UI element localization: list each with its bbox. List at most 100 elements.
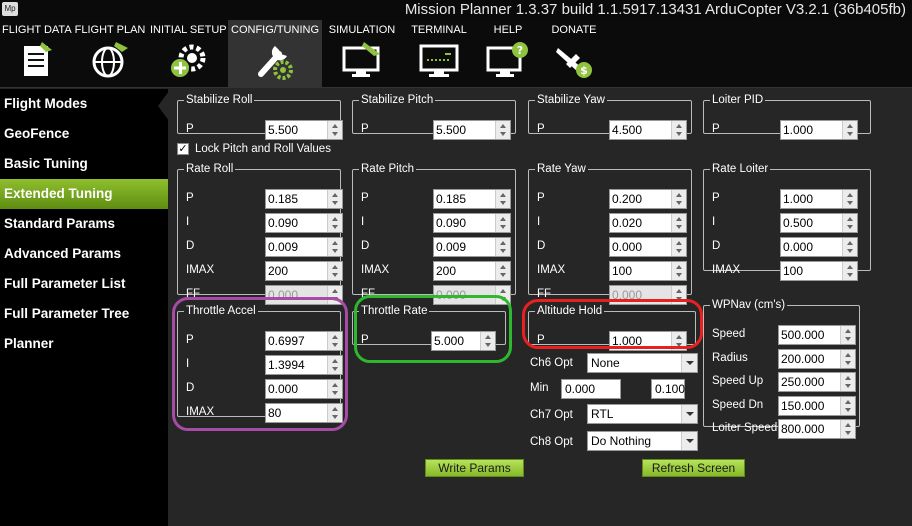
chevron-down-icon[interactable] bbox=[681, 432, 697, 450]
ch6-min-input[interactable]: 0.000 bbox=[561, 379, 621, 399]
throttle-rate-p-spinner[interactable]: 5.000 bbox=[431, 331, 496, 351]
rate-loiter-d-spinner[interactable]: 0.000 bbox=[780, 237, 858, 257]
spinner-arrows-icon[interactable] bbox=[842, 190, 857, 208]
spinner-arrows-icon[interactable] bbox=[327, 214, 342, 232]
spinner-arrows-icon[interactable] bbox=[671, 214, 686, 232]
rate-roll-d-spinner[interactable]: 0.009 bbox=[265, 237, 343, 257]
sidebar-item-full-parameter-tree[interactable]: Full Parameter Tree bbox=[0, 299, 168, 329]
rate-roll-imax-spinner[interactable]: 200 bbox=[265, 261, 343, 281]
spinner-arrows-icon[interactable] bbox=[327, 262, 342, 280]
sidebar-item-geofence[interactable]: GeoFence bbox=[0, 119, 168, 149]
throttle-accel-row-d: D 0.000 bbox=[178, 379, 343, 399]
menu-label: INITIAL SETUP bbox=[150, 24, 227, 36]
wpnav-radius-spinner[interactable]: 200.000 bbox=[778, 348, 856, 369]
rate-loiter-p-spinner[interactable]: 1.000 bbox=[780, 189, 858, 209]
stabilize-roll-p-spinner[interactable]: 5.500 bbox=[265, 120, 343, 140]
spinner-arrows-icon[interactable] bbox=[327, 332, 342, 350]
menu-initial-setup[interactable]: INITIAL SETUP bbox=[150, 20, 227, 88]
menu-label: CONFIG/TUNING bbox=[231, 24, 319, 36]
spinner-arrows-icon[interactable] bbox=[671, 262, 686, 280]
sidebar: Flight Modes GeoFence Basic Tuning Extended… bbox=[0, 89, 168, 526]
rate-yaw-i-spinner[interactable]: 0.020 bbox=[609, 213, 687, 233]
rate-roll-p-spinner[interactable]: 0.185 bbox=[265, 189, 343, 209]
sidebar-item-standard-params[interactable]: Standard Params bbox=[0, 209, 168, 239]
throttle-accel-p-spinner[interactable]: 0.6997 bbox=[265, 331, 343, 351]
menu-config-tuning[interactable]: CONFIG/TUNING bbox=[228, 20, 322, 88]
rate-pitch-imax-spinner[interactable]: 200 bbox=[433, 261, 511, 281]
rate-yaw-d-spinner[interactable]: 0.000 bbox=[609, 237, 687, 257]
menu-donate[interactable]: DONATE $ bbox=[544, 20, 604, 88]
write-params-button[interactable]: Write Params bbox=[425, 459, 524, 477]
menu-flight-data[interactable]: FLIGHT DATA bbox=[2, 20, 72, 88]
chevron-down-icon[interactable] bbox=[681, 405, 697, 423]
spinner-arrows-icon[interactable] bbox=[840, 420, 855, 438]
rate-loiter-i-spinner[interactable]: 0.500 bbox=[780, 213, 858, 233]
sidebar-item-full-parameter-list[interactable]: Full Parameter List bbox=[0, 269, 168, 299]
spinner-arrows-icon[interactable] bbox=[671, 190, 686, 208]
spinner-arrows-icon[interactable] bbox=[495, 238, 510, 256]
sidebar-item-planner[interactable]: Planner bbox=[0, 329, 168, 359]
wpnav-speed-spinner[interactable]: 500.000 bbox=[778, 325, 856, 345]
rate-yaw-d-label: D bbox=[537, 240, 546, 252]
spinner-arrows-icon[interactable] bbox=[327, 404, 342, 422]
sidebar-item-advanced-params[interactable]: Advanced Params bbox=[0, 239, 168, 269]
rate-yaw-imax-spinner[interactable]: 100 bbox=[609, 261, 687, 281]
wpnav-speed-dn-spinner[interactable]: 150.000 bbox=[778, 395, 856, 416]
rate-loiter-imax-spinner[interactable]: 100 bbox=[780, 261, 858, 281]
spinner-arrows-icon[interactable] bbox=[840, 373, 855, 391]
throttle-accel-i-spinner[interactable]: 1.3994 bbox=[265, 355, 343, 375]
spinner-arrows-icon[interactable] bbox=[671, 332, 686, 350]
menu-flight-plan[interactable]: FLIGHT PLAN bbox=[74, 20, 146, 88]
ch7-opt-select[interactable]: RTL bbox=[587, 404, 698, 424]
spinner-arrows-icon[interactable] bbox=[842, 214, 857, 232]
rate-yaw-p-spinner[interactable]: 0.200 bbox=[609, 189, 687, 209]
spinner-arrows-icon[interactable] bbox=[327, 356, 342, 374]
rate-loiter-group: Rate Loiter P 1.000 I 0.500 D 0.000 IMAX 100 bbox=[703, 163, 871, 281]
chevron-down-icon[interactable] bbox=[681, 354, 697, 372]
rate-roll-title: Rate Roll bbox=[186, 163, 234, 175]
spinner-arrows-icon[interactable] bbox=[495, 190, 510, 208]
stabilize-yaw-p-spinner[interactable]: 4.500 bbox=[609, 120, 687, 140]
stabilize-pitch-p-spinner[interactable]: 5.500 bbox=[433, 120, 511, 140]
spinner-arrows-icon[interactable] bbox=[671, 121, 686, 139]
spinner-arrows-icon[interactable] bbox=[842, 262, 857, 280]
mission-planner-window: Mp Mission Planner 1.3.37 build 1.1.5917… bbox=[0, 0, 912, 526]
throttle-accel-imax-spinner[interactable]: 80 bbox=[265, 403, 343, 423]
spinner-arrows-icon[interactable] bbox=[495, 262, 510, 280]
spinner-arrows-icon[interactable] bbox=[327, 121, 342, 139]
menu-terminal[interactable]: TERMINAL bbox=[404, 20, 474, 88]
spinner-arrows-icon[interactable] bbox=[495, 214, 510, 232]
spinner-arrows-icon[interactable] bbox=[480, 332, 495, 350]
stabilize-roll-group: Stabilize Roll P 5.500 bbox=[177, 94, 343, 140]
spinner-arrows-icon[interactable] bbox=[840, 326, 855, 344]
loiter-pid-p-spinner[interactable]: 1.000 bbox=[780, 120, 858, 140]
ch8-opt-select[interactable]: Do Nothing bbox=[587, 431, 698, 451]
throttle-accel-d-spinner[interactable]: 0.000 bbox=[265, 379, 343, 399]
rate-roll-i-spinner[interactable]: 0.090 bbox=[265, 213, 343, 233]
lock-pitch-roll-checkbox[interactable]: ✓ bbox=[177, 143, 189, 155]
sidebar-item-flight-modes[interactable]: Flight Modes bbox=[0, 89, 168, 119]
ch6-opt-select[interactable]: None bbox=[587, 353, 698, 373]
sidebar-item-extended-tuning[interactable]: Extended Tuning bbox=[0, 179, 168, 209]
altitude-hold-p-spinner[interactable]: 1.000 bbox=[609, 331, 687, 351]
refresh-screen-button[interactable]: Refresh Screen bbox=[642, 459, 745, 477]
spinner-arrows-icon[interactable] bbox=[495, 121, 510, 139]
menu-simulation[interactable]: SIMULATION bbox=[326, 20, 398, 88]
ch6-max-input[interactable]: 0.100 bbox=[651, 379, 685, 399]
rate-pitch-i-spinner[interactable]: 0.090 bbox=[433, 213, 511, 233]
spinner-arrows-icon[interactable] bbox=[671, 238, 686, 256]
spinner-arrows-icon[interactable] bbox=[327, 190, 342, 208]
spinner-arrows-icon[interactable] bbox=[840, 396, 855, 415]
spinner-arrows-icon[interactable] bbox=[327, 238, 342, 256]
wpnav-loiter-speed-spinner[interactable]: 800.000 bbox=[778, 419, 856, 439]
sidebar-item-basic-tuning[interactable]: Basic Tuning bbox=[0, 149, 168, 179]
spinner-arrows-icon[interactable] bbox=[327, 380, 342, 398]
spinner-arrows-icon[interactable] bbox=[842, 121, 857, 139]
altitude-hold-row-p: P 1.000 bbox=[529, 331, 695, 351]
spinner-arrows-icon[interactable] bbox=[842, 238, 857, 256]
wpnav-speed-up-spinner[interactable]: 250.000 bbox=[778, 372, 856, 392]
rate-pitch-p-spinner[interactable]: 0.185 bbox=[433, 189, 511, 209]
menu-help[interactable]: HELP ? bbox=[482, 20, 534, 88]
rate-pitch-d-spinner[interactable]: 0.009 bbox=[433, 237, 511, 257]
spinner-arrows-icon[interactable] bbox=[840, 349, 855, 368]
